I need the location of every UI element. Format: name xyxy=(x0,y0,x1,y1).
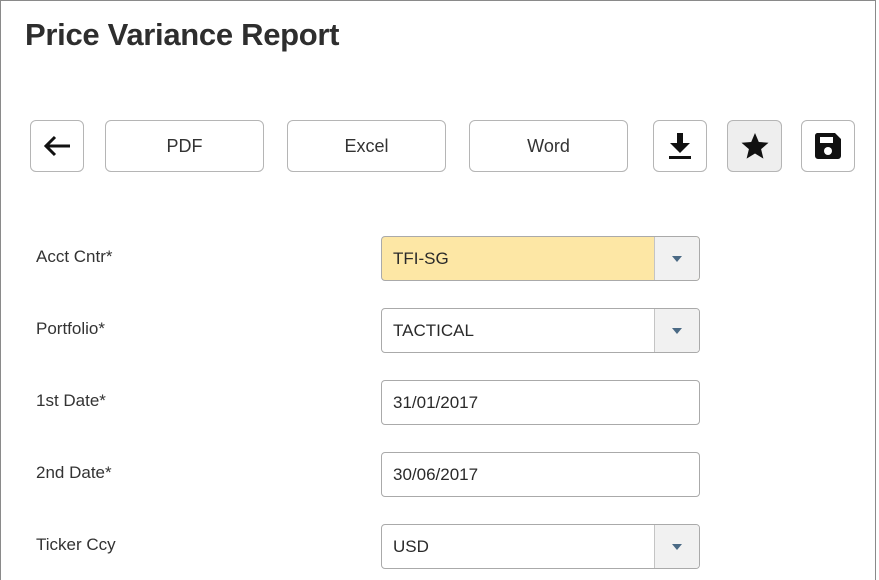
favorite-button[interactable] xyxy=(727,120,782,172)
ticker-ccy-label: Ticker Ccy xyxy=(36,535,116,554)
acct-cntr-select[interactable]: TFI-SG xyxy=(381,236,700,281)
first-date-input[interactable]: 31/01/2017 xyxy=(381,380,700,425)
chevron-down-icon[interactable] xyxy=(654,237,699,280)
second-date-value: 30/06/2017 xyxy=(393,465,479,484)
chevron-down-icon[interactable] xyxy=(654,309,699,352)
chevron-down-icon[interactable] xyxy=(654,525,699,568)
ticker-ccy-value: USD xyxy=(393,537,429,556)
portfolio-value: TACTICAL xyxy=(393,321,474,340)
first-date-label: 1st Date* xyxy=(36,391,106,410)
back-button[interactable] xyxy=(30,120,84,172)
portfolio-label: Portfolio* xyxy=(36,319,105,338)
floppy-disk-icon xyxy=(814,132,842,160)
word-button[interactable]: Word xyxy=(469,120,628,172)
pdf-button[interactable]: PDF xyxy=(105,120,264,172)
second-date-label: 2nd Date* xyxy=(36,463,112,482)
acct-cntr-value: TFI-SG xyxy=(393,249,449,268)
first-date-value: 31/01/2017 xyxy=(393,393,479,412)
save-button[interactable] xyxy=(801,120,855,172)
report-panel: Price Variance Report PDF Excel Word Acc… xyxy=(0,0,876,580)
arrow-left-icon xyxy=(42,135,72,157)
second-date-input[interactable]: 30/06/2017 xyxy=(381,452,700,497)
acct-cntr-label: Acct Cntr* xyxy=(36,247,113,266)
excel-button[interactable]: Excel xyxy=(287,120,446,172)
star-icon xyxy=(740,131,770,161)
ticker-ccy-select[interactable]: USD xyxy=(381,524,700,569)
page-title: Price Variance Report xyxy=(25,17,340,52)
download-button[interactable] xyxy=(653,120,707,172)
download-icon xyxy=(667,132,693,160)
portfolio-select[interactable]: TACTICAL xyxy=(381,308,700,353)
